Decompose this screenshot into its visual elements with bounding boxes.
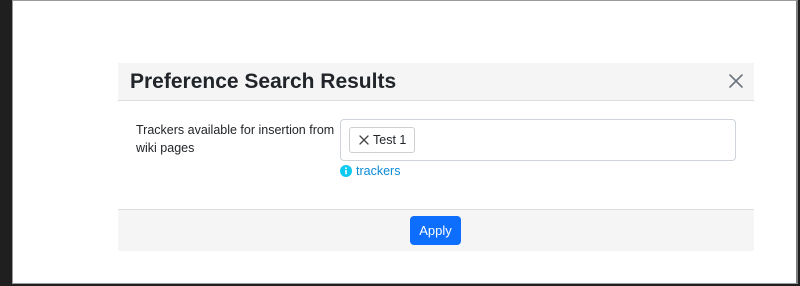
apply-button[interactable]: Apply [410,216,461,245]
dialog-footer: Apply [118,209,754,251]
tracker-select-field[interactable]: Test 1 [340,119,736,161]
close-button[interactable] [726,71,746,91]
selected-tag-chip: Test 1 [349,127,416,153]
info-circle-icon [340,165,352,177]
help-link-text: trackers [356,164,401,178]
tag-chip-label: Test 1 [373,133,407,147]
preference-search-dialog: Preference Search Results Trackers avail… [118,63,754,251]
dialog-title: Preference Search Results [130,70,397,93]
trackers-help-link[interactable]: trackers [340,164,400,178]
close-icon [726,71,746,91]
tag-remove-x-icon[interactable] [358,134,370,146]
dialog-header: Preference Search Results [118,63,754,101]
preference-label: Trackers available for insertion from wi… [136,123,335,155]
